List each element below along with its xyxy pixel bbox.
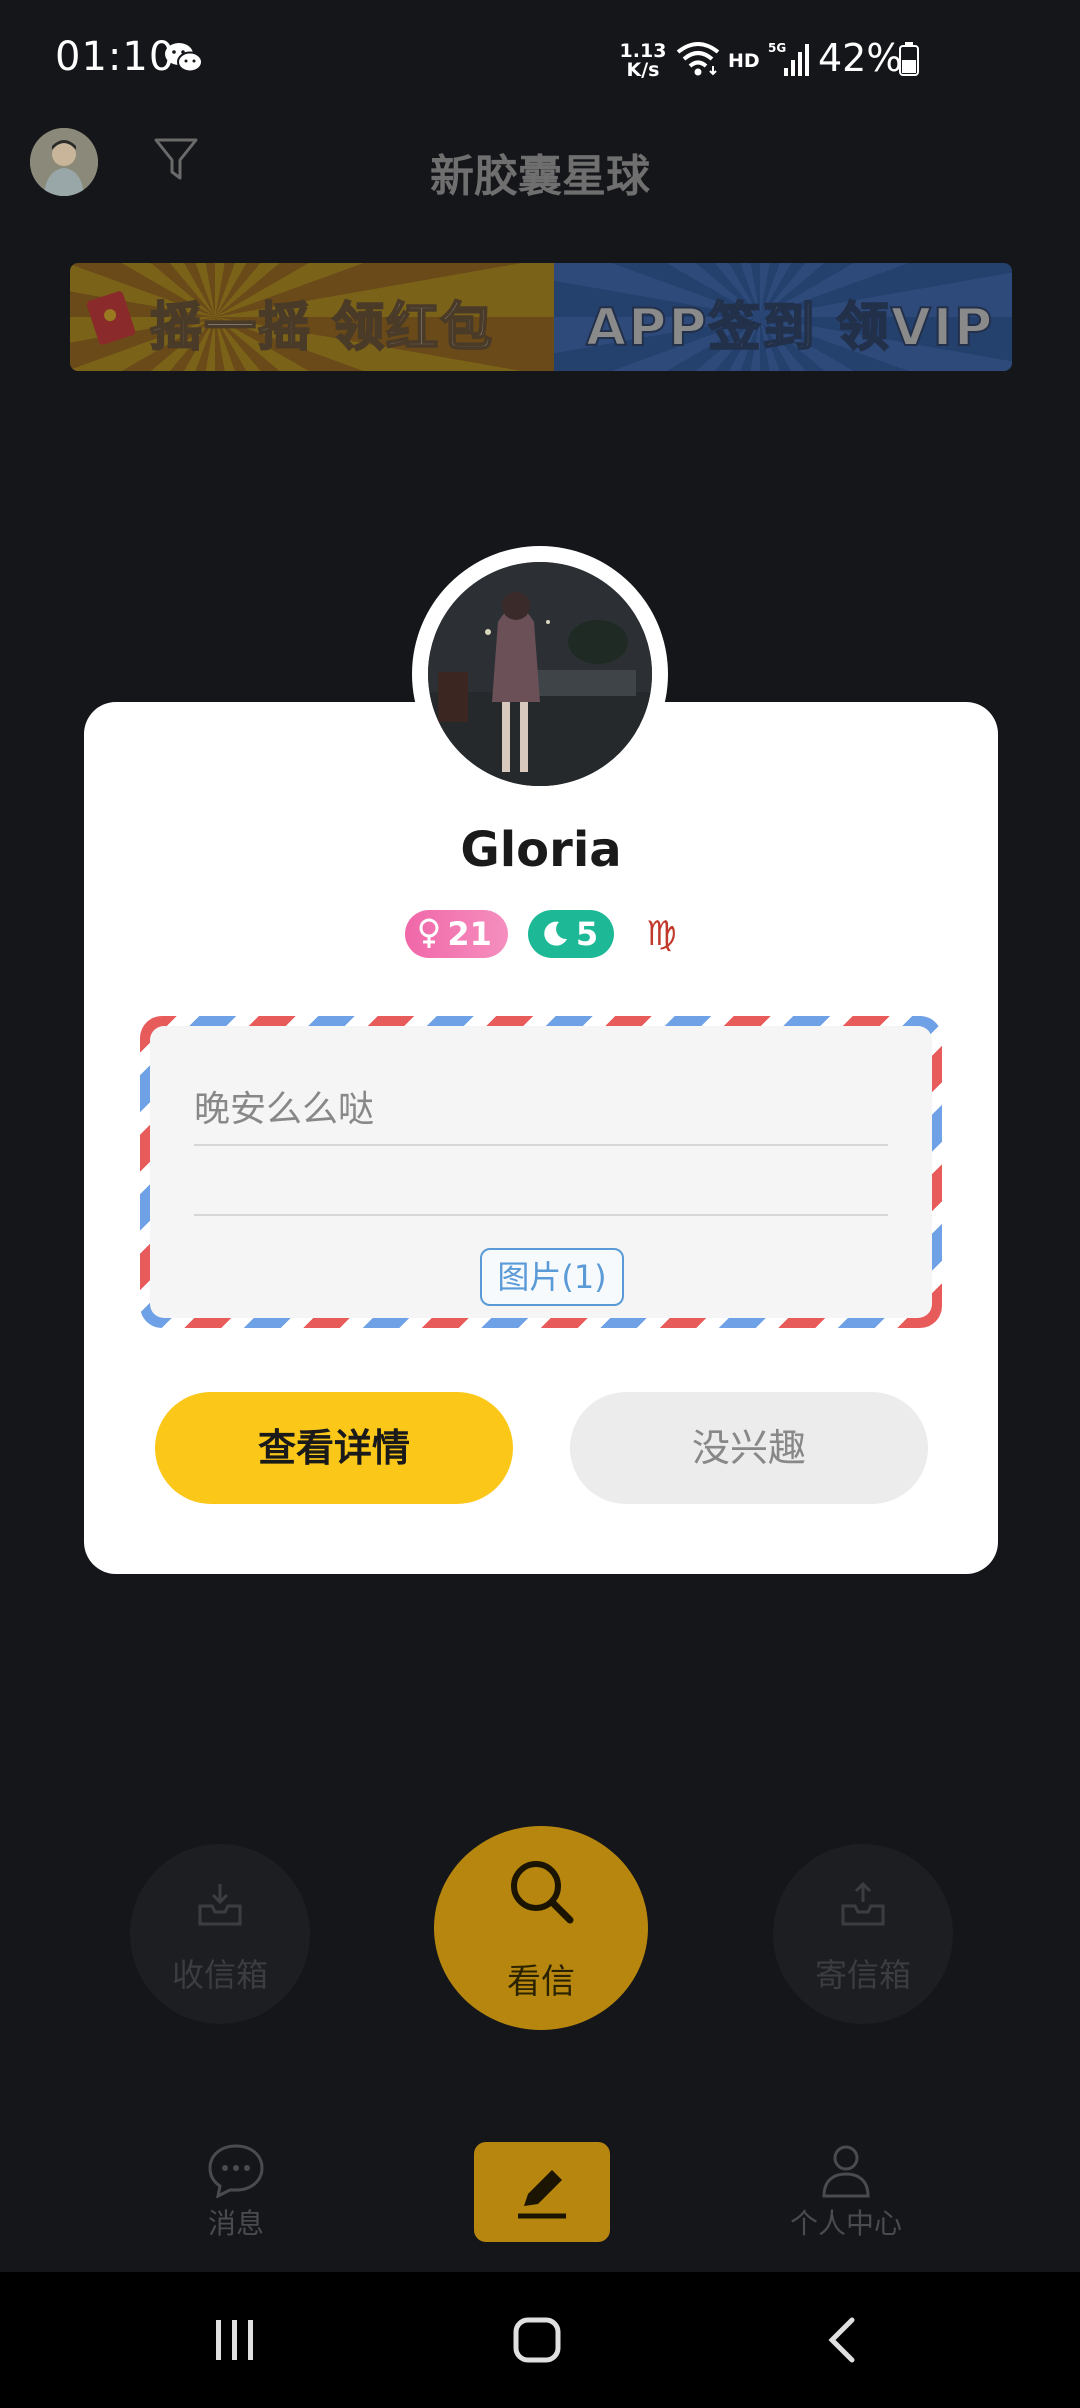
- moon-icon: [544, 921, 567, 946]
- wifi-icon: [676, 42, 720, 76]
- system-nav-bar: [0, 2272, 1080, 2408]
- battery-percent: 42%: [818, 36, 903, 80]
- pencil-icon: [518, 2170, 566, 2219]
- sender-photo: [428, 562, 652, 786]
- photo-attachment-button[interactable]: 图片(1): [480, 1248, 624, 1306]
- banner-left-text: 摇一摇 领红包: [149, 297, 495, 359]
- banner-shake-red-packet[interactable]: 摇一摇 领红包: [70, 263, 554, 371]
- age-badge: 21: [405, 910, 508, 958]
- screen: 01:10 1.13 K/s HD 5G 42% 新胶囊星球 摇一摇 领红包 A…: [0, 0, 1080, 2408]
- nav-profile-label: 个人中心: [789, 2207, 902, 2240]
- battery-icon: [899, 42, 919, 76]
- outbox-button[interactable]: 寄信箱: [773, 1844, 953, 2024]
- signal-icon: 5G: [768, 41, 809, 76]
- inbox-button[interactable]: 收信箱: [130, 1844, 310, 2024]
- zodiac-icon: ♍: [646, 914, 677, 954]
- user-icon: [822, 2145, 870, 2198]
- compose-letter-button[interactable]: [474, 2142, 610, 2242]
- banner-checkin-vip[interactable]: APP签到 领VIP: [554, 263, 1012, 371]
- promo-banner[interactable]: 摇一摇 领红包 APP签到 领VIP: [70, 263, 1012, 371]
- read-letter-label: 看信: [507, 1962, 575, 2002]
- letter-divider: [194, 1144, 888, 1146]
- letter-envelope: 晚安么么哒 图片(1): [140, 1016, 942, 1328]
- letter-body: 晚安么么哒 图片(1): [150, 1026, 932, 1318]
- status-time: 01:10: [55, 34, 176, 80]
- age-value: 21: [447, 915, 492, 953]
- female-icon: [419, 918, 439, 948]
- net-speed-unit: K/s: [626, 59, 660, 81]
- search-icon: [511, 1861, 574, 1924]
- inbox-icon: [198, 1884, 242, 1926]
- hd-label: HD: [728, 50, 760, 72]
- nav-profile[interactable]: 个人中心: [746, 2142, 946, 2242]
- wechat-icon: [165, 43, 203, 73]
- nav-messages-label: 消息: [207, 2207, 264, 2240]
- recent-apps-icon[interactable]: [212, 2316, 258, 2364]
- profile-tags: 21 5 ♍: [84, 910, 998, 958]
- net-speed: 1.13 K/s: [618, 42, 668, 80]
- back-icon[interactable]: [822, 2316, 862, 2364]
- bottom-nav: 消息 个人中心: [0, 2120, 1080, 2270]
- banner-right-text: APP签到 领VIP: [585, 297, 995, 359]
- inbox-label: 收信箱: [171, 1956, 268, 1994]
- nav-messages[interactable]: 消息: [136, 2142, 336, 2242]
- not-interested-button[interactable]: 没兴趣: [570, 1392, 928, 1504]
- red-envelope-icon: [86, 291, 136, 345]
- moon-value: 5: [575, 915, 599, 953]
- page-title: 新胶囊星球: [430, 151, 650, 202]
- outbox-label: 寄信箱: [814, 1956, 911, 1994]
- read-letter-button[interactable]: 看信: [434, 1826, 648, 2030]
- sender-name: Gloria: [460, 822, 622, 878]
- letter-divider: [194, 1214, 888, 1216]
- chat-bubble-icon: [208, 2144, 264, 2198]
- sender-avatar[interactable]: [428, 562, 652, 786]
- home-icon[interactable]: [512, 2316, 564, 2364]
- signal-label: 5G: [768, 41, 786, 55]
- moon-badge: 5: [527, 910, 615, 958]
- header: 新胶囊星球: [0, 120, 1080, 210]
- view-details-button[interactable]: 查看详情: [155, 1392, 513, 1504]
- letter-text: 晚安么么哒: [194, 1089, 375, 1130]
- status-bar: 01:10 1.13 K/s HD 5G 42%: [0, 0, 1080, 110]
- outbox-icon: [841, 1881, 885, 1926]
